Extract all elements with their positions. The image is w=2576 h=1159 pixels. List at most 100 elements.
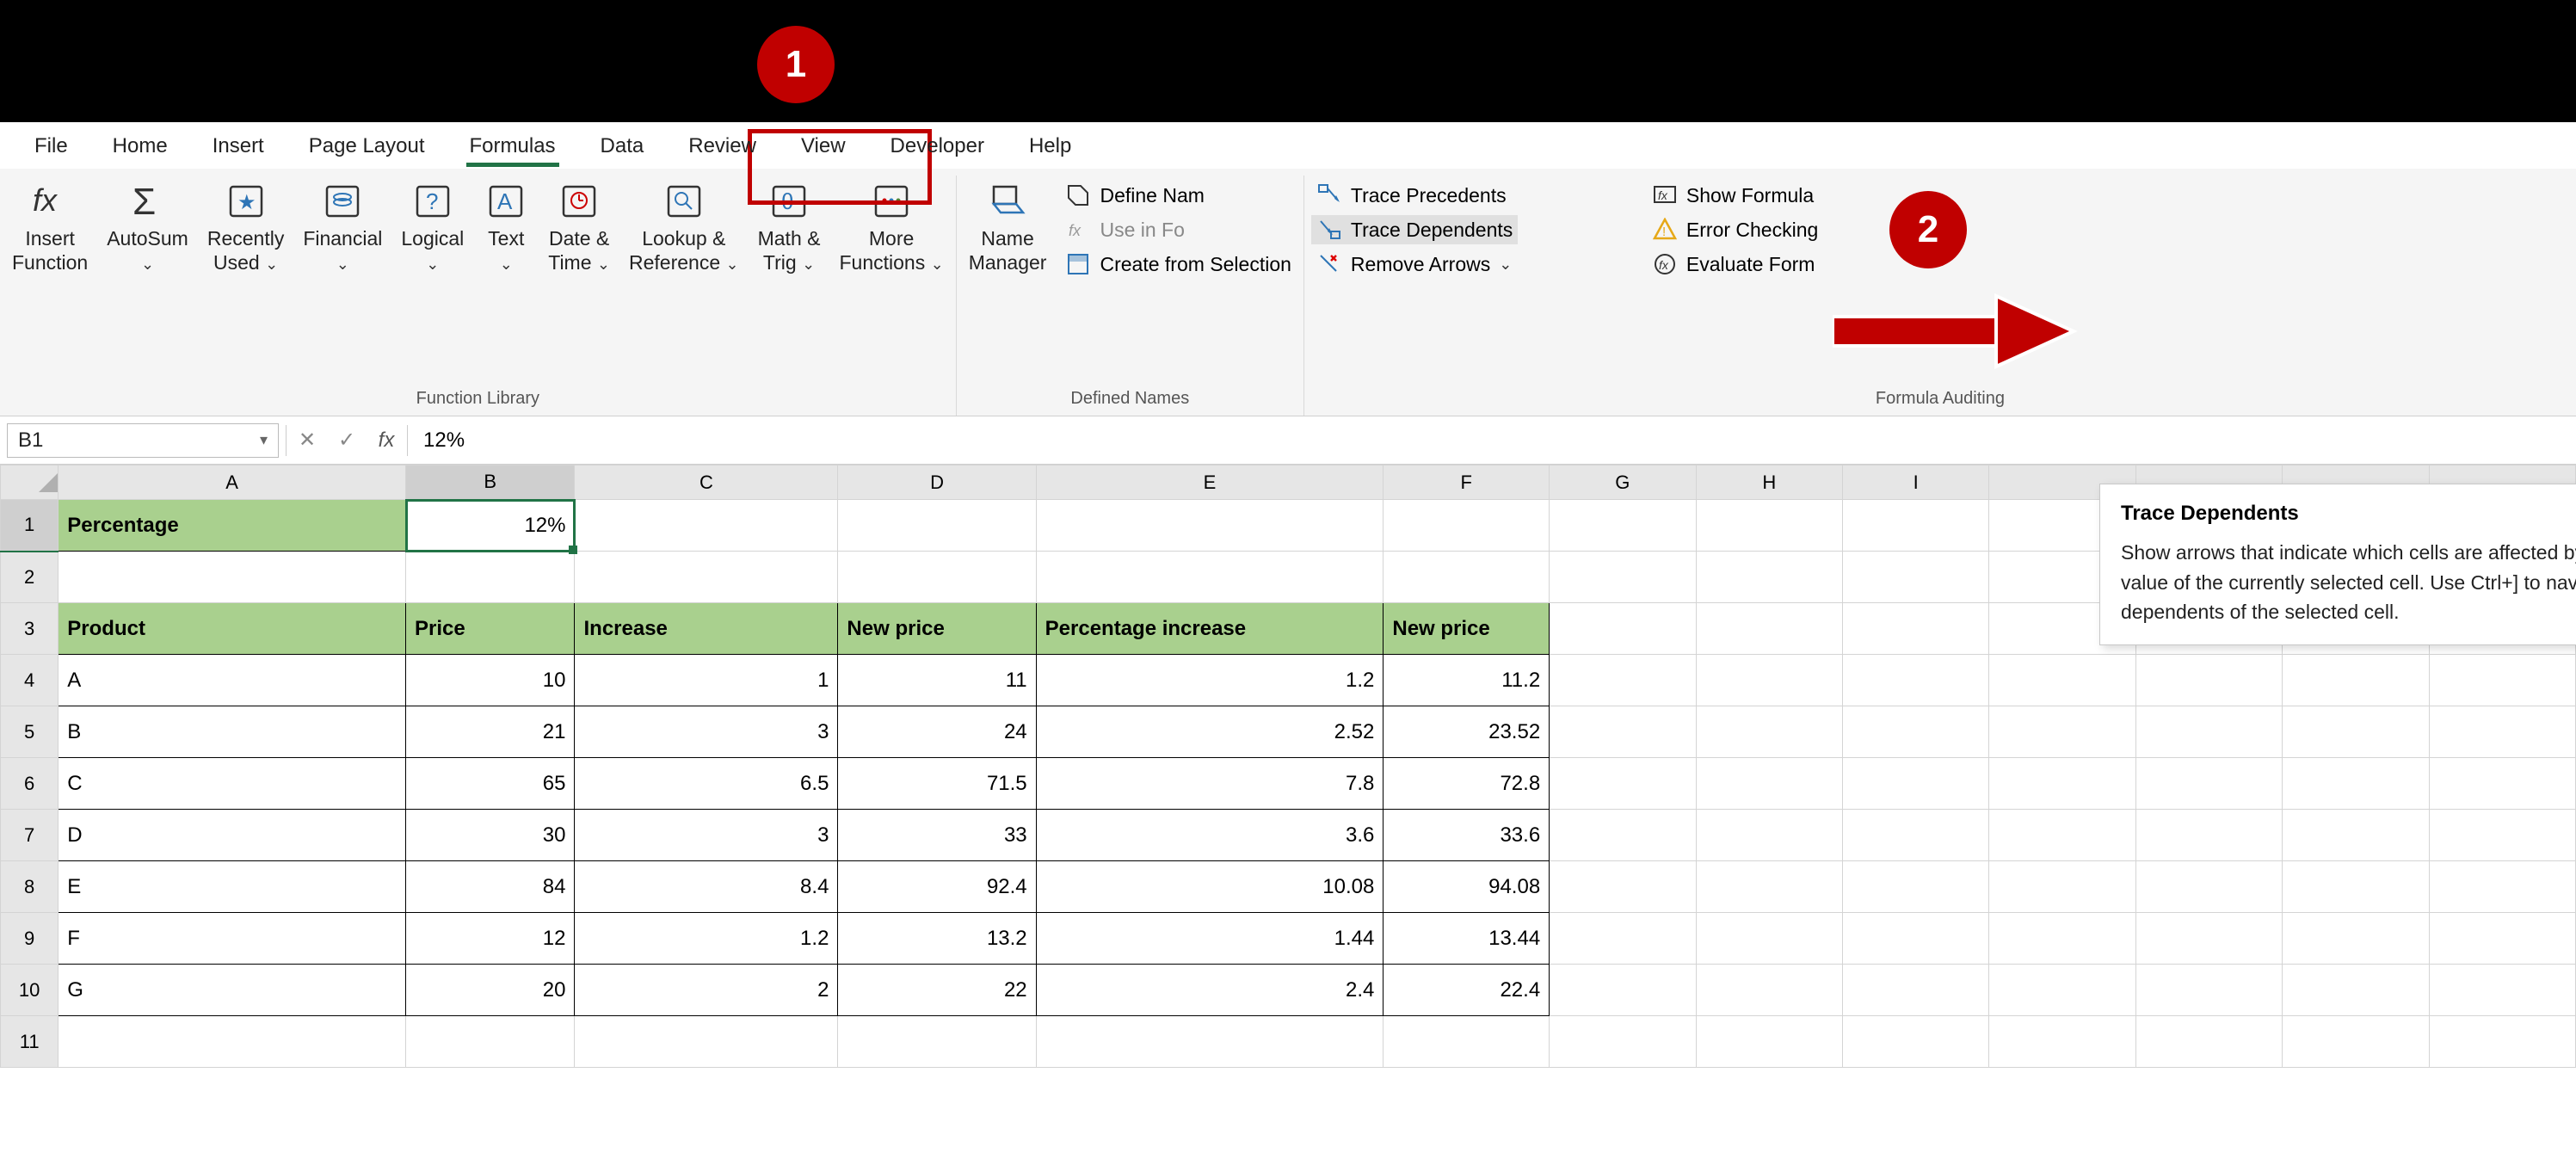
- enter-icon[interactable]: ✓: [333, 427, 361, 454]
- cell[interactable]: [1036, 1016, 1384, 1068]
- financial-button[interactable]: Financial⌄: [298, 176, 387, 276]
- cell[interactable]: [2135, 965, 2282, 1016]
- cell[interactable]: B: [59, 706, 406, 758]
- date-time-button[interactable]: Date & Time ⌄: [543, 176, 615, 276]
- cell[interactable]: [1550, 655, 1696, 706]
- cell[interactable]: [575, 1016, 838, 1068]
- more-functions-button[interactable]: More Functions ⌄: [834, 176, 948, 276]
- cell[interactable]: 1.44: [1036, 913, 1384, 965]
- cell[interactable]: [1842, 810, 1988, 861]
- cell[interactable]: [1842, 552, 1988, 603]
- col-header-E[interactable]: E: [1036, 465, 1384, 500]
- tab-insert[interactable]: Insert: [209, 133, 268, 160]
- name-box[interactable]: B1 ▾: [7, 423, 279, 458]
- cell[interactable]: [1696, 965, 1842, 1016]
- row-header-6[interactable]: 6: [1, 758, 59, 810]
- cell[interactable]: 92.4: [838, 861, 1036, 913]
- col-header-I[interactable]: I: [1842, 465, 1988, 500]
- cell[interactable]: [1384, 552, 1550, 603]
- row-header-4[interactable]: 4: [1, 655, 59, 706]
- tab-data[interactable]: Data: [597, 133, 648, 160]
- name-manager-button[interactable]: Name Manager: [964, 176, 1052, 276]
- row-header-7[interactable]: 7: [1, 810, 59, 861]
- cell[interactable]: 24: [838, 706, 1036, 758]
- cell[interactable]: [2283, 758, 2429, 810]
- cell[interactable]: [2135, 1016, 2282, 1068]
- fx-icon[interactable]: fx: [373, 427, 400, 454]
- cell[interactable]: C: [59, 758, 406, 810]
- cell[interactable]: [1550, 810, 1696, 861]
- col-header-A[interactable]: A: [59, 465, 406, 500]
- cell[interactable]: [2429, 810, 2575, 861]
- cell[interactable]: [1550, 1016, 1696, 1068]
- cell[interactable]: [1550, 965, 1696, 1016]
- cell[interactable]: [1696, 1016, 1842, 1068]
- cell[interactable]: [1989, 758, 2135, 810]
- cell[interactable]: [575, 552, 838, 603]
- evaluate-formula-button[interactable]: fx Evaluate Form: [1647, 250, 1821, 279]
- cell[interactable]: [1842, 603, 1988, 655]
- math-trig-button[interactable]: θ Math & Trig ⌄: [753, 176, 826, 276]
- cell[interactable]: [2135, 655, 2282, 706]
- cell[interactable]: 11: [838, 655, 1036, 706]
- cell[interactable]: 13.44: [1384, 913, 1550, 965]
- cell[interactable]: 2.4: [1036, 965, 1384, 1016]
- logical-button[interactable]: ? Logical⌄: [396, 176, 469, 276]
- col-header-C[interactable]: C: [575, 465, 838, 500]
- cell[interactable]: 6.5: [575, 758, 838, 810]
- cell[interactable]: 30: [406, 810, 575, 861]
- cell[interactable]: [2283, 655, 2429, 706]
- cell[interactable]: [406, 1016, 575, 1068]
- tab-page-layout[interactable]: Page Layout: [305, 133, 428, 160]
- cell[interactable]: 8.4: [575, 861, 838, 913]
- lookup-reference-button[interactable]: Lookup & Reference ⌄: [624, 176, 744, 276]
- cell[interactable]: [59, 552, 406, 603]
- cell[interactable]: 71.5: [838, 758, 1036, 810]
- cell[interactable]: 2.52: [1036, 706, 1384, 758]
- cell-B3[interactable]: Price: [406, 603, 575, 655]
- cell[interactable]: [1036, 552, 1384, 603]
- insert-function-button[interactable]: fx Insert Function: [7, 176, 93, 276]
- cell[interactable]: [1384, 1016, 1550, 1068]
- define-name-button[interactable]: Define Nam: [1060, 181, 1209, 210]
- tab-view[interactable]: View: [798, 133, 849, 160]
- cell[interactable]: [1989, 655, 2135, 706]
- cell[interactable]: G: [59, 965, 406, 1016]
- cell[interactable]: [1989, 913, 2135, 965]
- cell[interactable]: [1842, 706, 1988, 758]
- cell[interactable]: [1696, 810, 1842, 861]
- tab-formulas[interactable]: Formulas: [466, 133, 559, 160]
- recently-used-button[interactable]: ★ Recently Used ⌄: [202, 176, 289, 276]
- cell[interactable]: [838, 1016, 1036, 1068]
- use-in-formula-button[interactable]: fx Use in Fo: [1060, 215, 1189, 244]
- row-header-11[interactable]: 11: [1, 1016, 59, 1068]
- cell[interactable]: [1550, 861, 1696, 913]
- cell[interactable]: [1696, 603, 1842, 655]
- cell[interactable]: [2283, 861, 2429, 913]
- col-header-F[interactable]: F: [1384, 465, 1550, 500]
- col-header-D[interactable]: D: [838, 465, 1036, 500]
- row-header-9[interactable]: 9: [1, 913, 59, 965]
- cell[interactable]: [1550, 603, 1696, 655]
- cell[interactable]: 10.08: [1036, 861, 1384, 913]
- formula-input[interactable]: [408, 423, 2576, 458]
- cell[interactable]: [1696, 861, 1842, 913]
- cell[interactable]: [2135, 706, 2282, 758]
- cell[interactable]: [2429, 1016, 2575, 1068]
- cell[interactable]: [1550, 500, 1696, 552]
- cell[interactable]: 7.8: [1036, 758, 1384, 810]
- cell[interactable]: [2429, 965, 2575, 1016]
- tab-review[interactable]: Review: [685, 133, 760, 160]
- cell[interactable]: 2: [575, 965, 838, 1016]
- cell[interactable]: 10: [406, 655, 575, 706]
- cell[interactable]: [1842, 500, 1988, 552]
- cell[interactable]: 11.2: [1384, 655, 1550, 706]
- error-checking-button[interactable]: ! Error Checking: [1647, 215, 1823, 244]
- cell-B1[interactable]: 12%: [406, 500, 575, 552]
- cell[interactable]: [1842, 655, 1988, 706]
- cell[interactable]: [2283, 1016, 2429, 1068]
- cell[interactable]: [2283, 706, 2429, 758]
- cell[interactable]: [2135, 861, 2282, 913]
- row-header-3[interactable]: 3: [1, 603, 59, 655]
- tab-file[interactable]: File: [31, 133, 71, 160]
